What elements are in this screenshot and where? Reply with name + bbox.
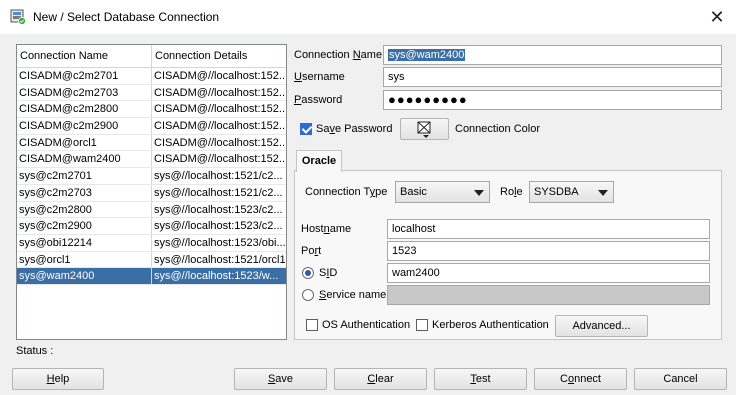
- status-label: Status :: [16, 345, 54, 357]
- connection-details-cell: CISADM@//localhost:152...: [154, 86, 286, 99]
- connection-row[interactable]: CISADM@wam2400 CISADM@//localhost:152...: [17, 151, 286, 169]
- connection-details-cell: sys@//localhost:1521/c2...: [154, 170, 283, 183]
- connection-color-button[interactable]: [400, 118, 449, 140]
- clear-button[interactable]: Clear: [334, 368, 427, 390]
- chevron-down-icon: [474, 190, 484, 196]
- title-bar: New / Select Database Connection ✕: [0, 0, 736, 34]
- kerberos-authentication-checkbox[interactable]: [416, 319, 428, 331]
- connection-row[interactable]: sys@wam2400 sys@//localhost:1523/w...: [17, 268, 286, 285]
- sid-radio[interactable]: [302, 267, 314, 279]
- connection-type-label: Connection Type: [305, 186, 388, 198]
- connect-button[interactable]: Connect: [534, 368, 627, 390]
- sid-field[interactable]: wam2400: [387, 263, 710, 283]
- connection-details-cell: sys@//localhost:1523/w...: [154, 270, 279, 283]
- connection-name-cell: sys@c2m2703: [17, 184, 152, 201]
- connection-name-cell: sys@c2m2701: [17, 168, 152, 184]
- kerberos-authentication-label: Kerberos Authentication: [432, 319, 549, 331]
- connection-name-cell: sys@wam2400: [17, 268, 152, 284]
- window-title: New / Select Database Connection: [33, 10, 220, 24]
- sid-label: SID: [319, 267, 338, 279]
- database-connection-icon: [10, 9, 26, 25]
- connection-name-cell: CISADM@c2m2800: [17, 101, 152, 118]
- connection-row[interactable]: CISADM@c2m2800 CISADM@//localhost:152...: [17, 101, 286, 119]
- connection-row[interactable]: sys@c2m2900 sys@//localhost:1523/c2...: [17, 218, 286, 235]
- tab-oracle[interactable]: Oracle: [296, 150, 342, 172]
- connection-details-cell: sys@//localhost:1523/obi...: [154, 236, 286, 249]
- os-authentication-label: OS Authentication: [322, 319, 411, 331]
- connection-name-cell: sys@obi12214: [17, 234, 152, 251]
- connection-details-cell: sys@//localhost:1521/c2...: [154, 186, 283, 199]
- chevron-down-icon: [598, 190, 608, 196]
- service-name-label: Service name: [319, 289, 387, 301]
- connection-name-field[interactable]: sys@wam2400: [383, 45, 722, 65]
- connection-name-cell: CISADM@c2m2701: [17, 68, 152, 84]
- os-authentication-checkbox[interactable]: [306, 319, 318, 331]
- help-button[interactable]: Help: [12, 368, 104, 390]
- save-password-label: Save Password: [316, 123, 393, 135]
- connection-row[interactable]: sys@c2m2703 sys@//localhost:1521/c2...: [17, 184, 286, 202]
- service-name-radio[interactable]: [302, 289, 314, 301]
- advanced-button[interactable]: Advanced...: [555, 315, 648, 337]
- connection-row[interactable]: sys@orcl1 sys@//localhost:1521/orcl1: [17, 251, 286, 269]
- connection-name-label: Connection Name: [294, 49, 383, 61]
- connection-row[interactable]: CISADM@c2m2703 CISADM@//localhost:152...: [17, 84, 286, 102]
- connection-details-cell: sys@//localhost:1523/c2...: [154, 220, 283, 233]
- connection-details-cell: sys@//localhost:1521/orcl1: [154, 253, 286, 266]
- service-name-field: [387, 285, 710, 305]
- connection-row[interactable]: CISADM@c2m2900 CISADM@//localhost:152...: [17, 118, 286, 135]
- connection-color-label: Connection Color: [455, 123, 540, 135]
- connection-details-cell: CISADM@//localhost:152...: [154, 120, 286, 133]
- hostname-label: Hostname: [301, 223, 352, 235]
- connection-name-cell: CISADM@orcl1: [17, 134, 152, 151]
- port-field[interactable]: 1523: [387, 241, 710, 261]
- role-value: SYSDBA: [534, 186, 579, 198]
- username-field[interactable]: sys: [383, 67, 722, 87]
- connection-row[interactable]: sys@c2m2701 sys@//localhost:1521/c2...: [17, 168, 286, 185]
- connection-row[interactable]: sys@obi12214 sys@//localhost:1523/obi...: [17, 234, 286, 252]
- connection-details-cell: CISADM@//localhost:152...: [154, 70, 286, 82]
- port-label: Port: [301, 245, 322, 257]
- connection-row[interactable]: sys@c2m2800 sys@//localhost:1523/c2...: [17, 201, 286, 219]
- hostname-field[interactable]: localhost: [387, 219, 710, 239]
- connection-name-cell: sys@orcl1: [17, 251, 152, 268]
- connection-name-cell: CISADM@c2m2900: [17, 118, 152, 134]
- column-header-connection-name[interactable]: Connection Name: [17, 45, 152, 67]
- connection-details-cell: sys@//localhost:1523/c2...: [154, 203, 283, 216]
- password-label: Password: [294, 94, 343, 106]
- connection-details-cell: CISADM@//localhost:152...: [154, 103, 286, 116]
- connection-details-cell: CISADM@//localhost:152...: [154, 153, 286, 166]
- connection-row[interactable]: CISADM@orcl1 CISADM@//localhost:152...: [17, 134, 286, 152]
- connection-name-value: sys@wam2400: [388, 49, 466, 61]
- username-label: Username: [294, 71, 345, 83]
- close-icon[interactable]: ✕: [706, 6, 728, 28]
- password-field[interactable]: ●●●●●●●●●: [383, 90, 722, 110]
- column-header-connection-details[interactable]: Connection Details: [152, 45, 286, 67]
- connection-list-header: Connection Name Connection Details: [17, 45, 286, 68]
- role-select[interactable]: SYSDBA: [529, 181, 614, 203]
- test-button[interactable]: Test: [434, 368, 527, 390]
- connection-type-select[interactable]: Basic: [395, 181, 490, 203]
- role-label: Role: [500, 186, 523, 198]
- connection-name-cell: sys@c2m2800: [17, 201, 152, 218]
- connection-list[interactable]: Connection Name Connection Details CISAD…: [16, 44, 287, 340]
- cancel-button[interactable]: Cancel: [634, 368, 727, 390]
- color-picker-icon: [417, 121, 431, 138]
- connection-details-cell: CISADM@//localhost:152...: [154, 136, 286, 149]
- connection-type-value: Basic: [400, 186, 427, 198]
- save-button[interactable]: Save: [234, 368, 327, 390]
- connection-name-cell: sys@c2m2900: [17, 218, 152, 234]
- connection-row[interactable]: CISADM@c2m2701 CISADM@//localhost:152...: [17, 68, 286, 85]
- connection-name-cell: CISADM@wam2400: [17, 151, 152, 168]
- save-password-checkbox[interactable]: [300, 123, 312, 135]
- connection-name-cell: CISADM@c2m2703: [17, 84, 152, 101]
